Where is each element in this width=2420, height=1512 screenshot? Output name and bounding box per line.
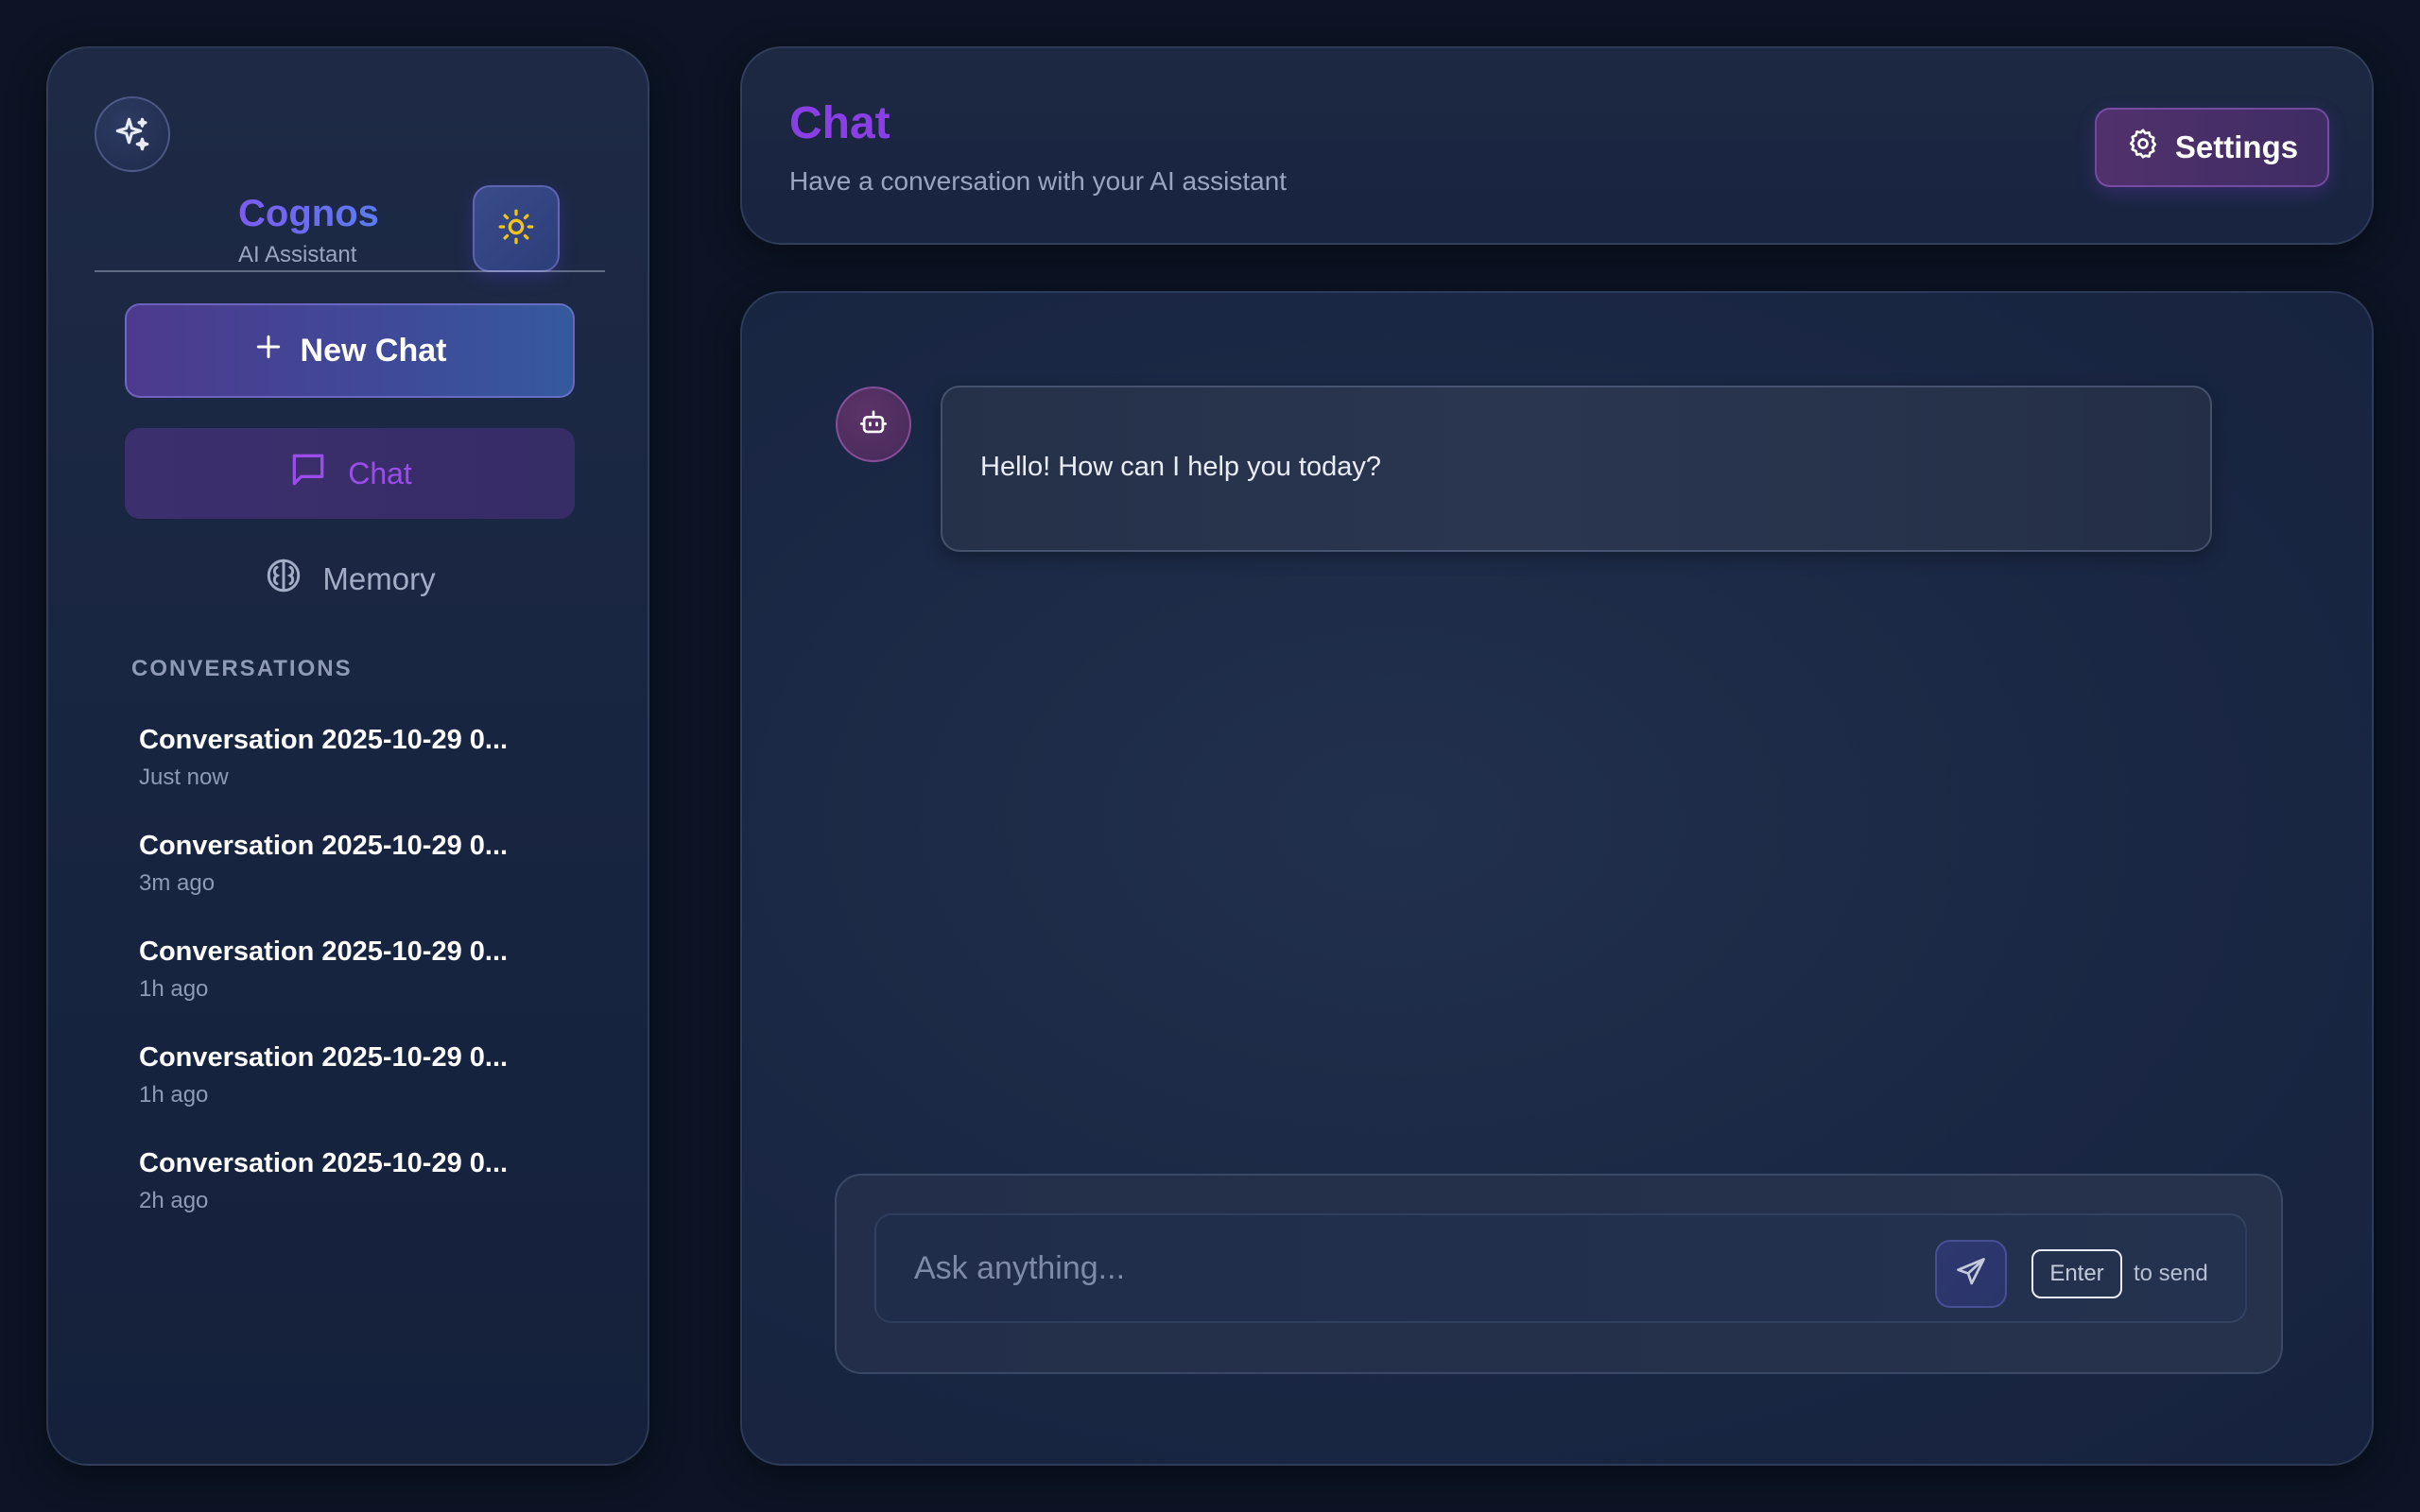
send-button[interactable]: [1935, 1240, 2007, 1308]
nav-item-label: Memory: [322, 561, 436, 596]
chat-bubble-icon: [287, 449, 329, 498]
sidebar-divider: [95, 270, 605, 272]
nav-item-label: Chat: [348, 455, 412, 490]
bot-icon: [857, 406, 890, 443]
conversation-title: Conversation 2025-10-29 0...: [139, 936, 509, 967]
theme-toggle-button[interactable]: [473, 185, 560, 272]
conversation-time: 3m ago: [139, 870, 216, 896]
conversation-item[interactable]: Conversation 2025-10-29 0... 1h ago: [139, 1042, 574, 1137]
brand-name: Cognos: [238, 193, 379, 234]
enter-key-hint: Enter: [2031, 1249, 2122, 1298]
brand-subtitle: AI Assistant: [238, 242, 357, 267]
chat-panel: Hello! How can I help you today? Enter t…: [740, 291, 2374, 1466]
page-title: Chat: [789, 98, 890, 148]
settings-label: Settings: [2174, 129, 2299, 164]
sun-icon: [497, 208, 535, 250]
message-text: Hello! How can I help you today?: [980, 452, 1381, 482]
conversation-item[interactable]: Conversation 2025-10-29 0... Just now: [139, 725, 574, 819]
conversation-item[interactable]: Conversation 2025-10-29 0... 2h ago: [139, 1148, 574, 1243]
sidebar: Cognos AI Assistant New Chat Chat Memory…: [46, 46, 649, 1466]
send-icon: [1954, 1255, 1988, 1294]
conversations-heading: CONVERSATIONS: [131, 656, 353, 681]
page-subtitle: Have a conversation with your AI assista…: [789, 166, 1288, 196]
gear-icon: [2126, 127, 2160, 168]
conversation-title: Conversation 2025-10-29 0...: [139, 1148, 509, 1178]
message-input-container: Enter to send: [874, 1213, 2247, 1323]
brain-icon: [264, 556, 303, 603]
send-hint-text: to send: [2134, 1261, 2208, 1286]
conversation-time: Just now: [139, 765, 229, 790]
assistant-message: Hello! How can I help you today?: [941, 386, 2212, 552]
page-header: Chat Have a conversation with your AI as…: [740, 46, 2374, 245]
conversation-title: Conversation 2025-10-29 0...: [139, 725, 509, 755]
conversation-item[interactable]: Conversation 2025-10-29 0... 1h ago: [139, 936, 574, 1031]
new-chat-label: New Chat: [300, 332, 447, 369]
message-input[interactable]: [876, 1215, 1916, 1321]
settings-button[interactable]: Settings: [2095, 108, 2329, 187]
conversation-time: 1h ago: [139, 976, 209, 1002]
conversation-time: 2h ago: [139, 1188, 209, 1213]
bot-avatar: [836, 387, 911, 462]
conversation-title: Conversation 2025-10-29 0...: [139, 1042, 509, 1073]
nav-item-memory[interactable]: Memory: [125, 534, 575, 625]
conversation-title: Conversation 2025-10-29 0...: [139, 831, 509, 861]
conversation-time: 1h ago: [139, 1082, 209, 1108]
sparkles-icon: [95, 96, 170, 172]
plus-icon: [253, 332, 284, 370]
message-composer: Enter to send: [835, 1174, 2283, 1374]
new-chat-button[interactable]: New Chat: [125, 303, 575, 398]
nav-item-chat[interactable]: Chat: [125, 428, 575, 519]
conversation-item[interactable]: Conversation 2025-10-29 0... 3m ago: [139, 831, 574, 925]
